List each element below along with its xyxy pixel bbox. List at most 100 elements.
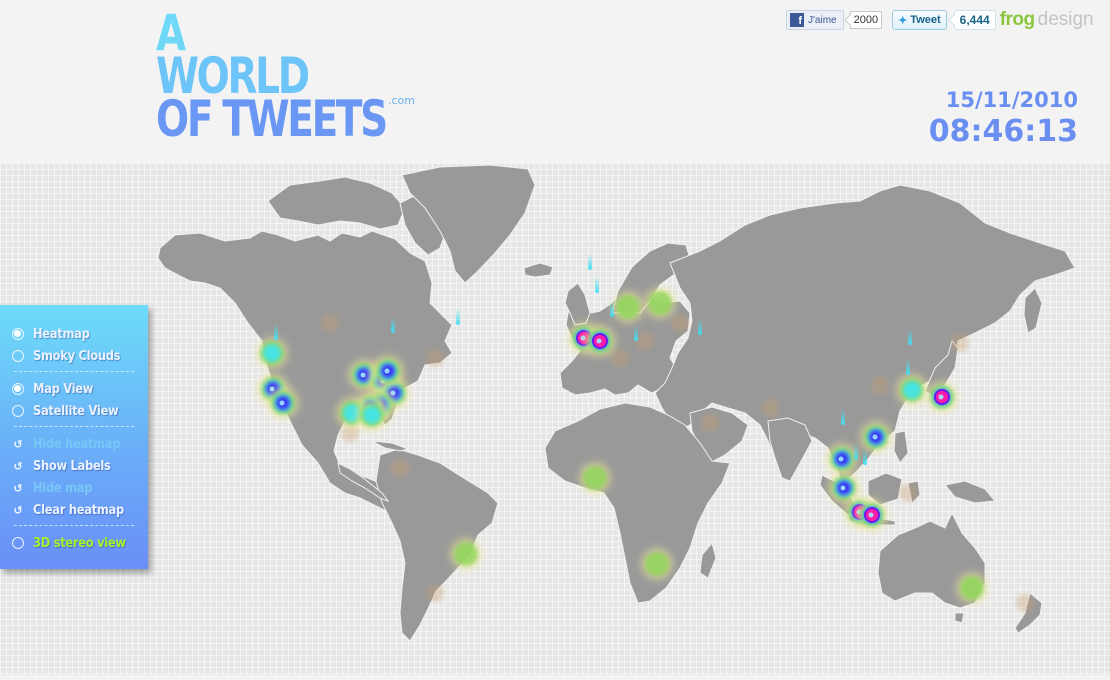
map-canvas xyxy=(157,164,1076,642)
separator xyxy=(14,371,134,372)
option-label: Satellite View xyxy=(33,403,119,419)
option-label: Map View xyxy=(33,381,94,397)
option-3d-stereo-view[interactable]: 3D stereo view xyxy=(0,532,148,554)
control-panel: Heatmap Smoky Clouds Map View Satellite … xyxy=(0,305,148,569)
option-label: Show Labels xyxy=(33,458,111,474)
heatmap-ambient-spot xyxy=(671,314,689,332)
tweet-drop xyxy=(841,409,845,425)
tweet-count: 6,444 xyxy=(953,10,996,30)
heatmap-mid xyxy=(903,381,921,399)
tweet-drop xyxy=(908,329,912,345)
brand-part-2: design xyxy=(1037,9,1094,30)
twitter-bird-icon: ✦ xyxy=(898,14,908,27)
heatmap-core xyxy=(360,372,366,378)
logo[interactable]: A WORLD OF TWEETS xyxy=(156,8,388,148)
option-smoky-clouds[interactable]: Smoky Clouds xyxy=(0,345,148,367)
heatmap-ambient-spot xyxy=(701,414,719,432)
philippines xyxy=(893,430,909,464)
header: A WORLD OF TWEETS .com f J'aime 2000 ✦ T… xyxy=(0,0,1110,163)
new-guinea xyxy=(944,480,996,504)
frog-design-logo[interactable]: frog design xyxy=(1000,9,1094,31)
heatmap-low xyxy=(616,295,640,319)
facebook-like-label: J'aime xyxy=(808,14,837,26)
toggle-show-labels[interactable]: ↺ Show Labels xyxy=(0,455,148,477)
heatmap-core xyxy=(279,400,285,406)
india xyxy=(767,417,813,482)
heatmap-ambient-spot xyxy=(1016,594,1034,612)
heatmap-ambient-spot xyxy=(636,332,654,350)
option-label: Hide map xyxy=(33,480,93,496)
separator xyxy=(14,426,134,427)
heatmap-core xyxy=(596,338,602,344)
toggle-clear-heatmap[interactable]: ↺ Clear heatmap xyxy=(0,499,148,521)
tweet-drop xyxy=(274,324,278,340)
brand-part-1: frog xyxy=(999,9,1035,30)
heatmap-low xyxy=(648,291,672,315)
logo-line-3: OF TWEETS xyxy=(156,90,388,148)
option-satellite-view[interactable]: Satellite View xyxy=(0,400,148,422)
tweet-drop xyxy=(854,444,858,460)
option-label: Clear heatmap xyxy=(33,502,124,518)
option-heatmap[interactable]: Heatmap xyxy=(0,323,148,345)
radio-unselected-icon[interactable] xyxy=(12,405,24,417)
separator xyxy=(14,525,134,526)
tweet-drop xyxy=(634,325,638,341)
tweet-drop xyxy=(863,449,867,465)
tweet-button[interactable]: ✦ Tweet xyxy=(892,10,947,30)
facebook-f-icon: f xyxy=(790,13,804,27)
heatmap-ambient-spot xyxy=(426,349,444,367)
radio-selected-icon[interactable] xyxy=(12,328,24,340)
current-date: 15/11/2010 xyxy=(945,88,1078,112)
heatmap-core xyxy=(872,434,878,440)
heatmap-ambient-spot xyxy=(611,349,629,367)
option-label: Hide heatmap xyxy=(33,436,121,452)
tweet-drop xyxy=(698,319,702,335)
kamchatka xyxy=(1023,287,1043,334)
tweet-drop xyxy=(456,309,460,325)
heatmap-ambient-spot xyxy=(426,584,444,602)
heatmap-ambient-spot xyxy=(761,399,779,417)
tasmania xyxy=(954,612,965,624)
heatmap-mid xyxy=(363,406,381,424)
option-label: Heatmap xyxy=(33,326,90,342)
heatmap-ambient-spot xyxy=(951,334,969,352)
tweet-drop xyxy=(588,254,592,270)
option-label: Smoky Clouds xyxy=(33,348,121,364)
logo-suffix: .com xyxy=(388,94,415,107)
heatmap-ambient-spot xyxy=(871,376,889,394)
continent-south-america xyxy=(375,448,499,642)
tweet-label: Tweet xyxy=(910,14,941,26)
heatmap-core xyxy=(868,512,874,518)
heatmap-low xyxy=(645,552,669,576)
heatmap-low xyxy=(583,466,607,490)
footer xyxy=(0,675,1110,680)
toggle-hide-heatmap[interactable]: ↺ Hide heatmap xyxy=(0,433,148,455)
world-map[interactable] xyxy=(0,163,1110,675)
current-time: 08:46:13 xyxy=(928,114,1078,149)
heatmap-core xyxy=(938,394,944,400)
refresh-icon: ↺ xyxy=(13,437,23,451)
option-label: 3D stereo view xyxy=(33,535,126,551)
heatmap-core xyxy=(384,368,390,374)
heatmap-ambient-spot xyxy=(899,484,917,502)
refresh-icon: ↺ xyxy=(13,503,23,517)
heatmap-low xyxy=(454,542,478,566)
tweet-drop xyxy=(610,301,614,317)
madagascar xyxy=(699,541,717,579)
radio-unselected-icon[interactable] xyxy=(12,537,24,549)
heatmap-mid xyxy=(263,344,281,362)
tweet-drop xyxy=(595,277,599,293)
arctic-islands xyxy=(267,176,406,230)
heatmap-ambient-spot xyxy=(391,459,409,477)
tweet-drop xyxy=(391,317,395,333)
refresh-icon: ↺ xyxy=(13,481,23,495)
facebook-like-button[interactable]: f J'aime xyxy=(786,10,844,30)
heatmap-ambient-spot xyxy=(321,314,339,332)
cuba xyxy=(371,440,410,452)
radio-selected-icon[interactable] xyxy=(12,383,24,395)
toggle-hide-map[interactable]: ↺ Hide map xyxy=(0,477,148,499)
refresh-icon: ↺ xyxy=(13,459,23,473)
option-map-view[interactable]: Map View xyxy=(0,378,148,400)
radio-unselected-icon[interactable] xyxy=(12,350,24,362)
heatmap-core xyxy=(840,485,846,491)
